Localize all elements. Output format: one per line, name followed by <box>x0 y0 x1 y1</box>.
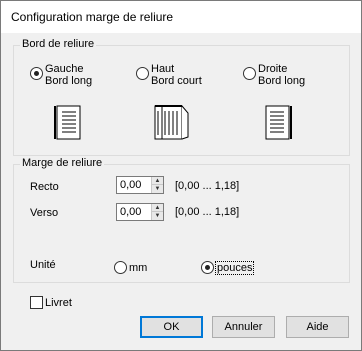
binding-margin-group: Marge de reliure Recto 0,00 ▲ ▼ [0,00 ..… <box>13 157 350 283</box>
verso-spinner[interactable]: 0,00 ▲ ▼ <box>116 203 164 221</box>
radio-top-edge[interactable] <box>136 67 149 80</box>
radio-right-edge[interactable] <box>243 67 256 80</box>
recto-increment-icon[interactable]: ▲ <box>152 177 163 185</box>
right-edge-line1: Droite <box>258 63 288 75</box>
binding-edge-group: Bord de reliure Gauche Bord long Haut Bo… <box>13 38 350 156</box>
top-edge-line2: Bord court <box>151 75 202 87</box>
unit-inches-label[interactable]: pouces <box>215 261 255 275</box>
dialog-title: Configuration marge de reliure <box>11 10 174 24</box>
booklet-label[interactable]: Livret <box>45 297 72 309</box>
radio-left-edge-label[interactable]: Gauche Bord long <box>45 63 92 87</box>
verso-increment-icon[interactable]: ▲ <box>152 204 163 212</box>
radio-unit-mm[interactable] <box>114 261 127 274</box>
recto-value[interactable]: 0,00 <box>120 179 141 191</box>
recto-decrement-icon[interactable]: ▼ <box>152 185 163 193</box>
top-edge-line1: Haut <box>151 63 175 75</box>
radio-left-edge[interactable] <box>30 67 43 80</box>
verso-decrement-icon[interactable]: ▼ <box>152 212 163 220</box>
radio-top-edge-label[interactable]: Haut Bord court <box>151 63 202 87</box>
top-bound-booklet-icon <box>154 105 189 140</box>
recto-spin-buttons: ▲ ▼ <box>151 177 163 193</box>
binding-margin-dialog: Configuration marge de reliure Bord de r… <box>0 0 362 351</box>
booklet-checkbox[interactable] <box>30 296 43 309</box>
right-edge-line2: Bord long <box>258 75 306 87</box>
radio-right-edge-label[interactable]: Droite Bord long <box>258 63 305 87</box>
verso-value[interactable]: 0,00 <box>120 206 141 218</box>
left-edge-line1: Gauche <box>45 63 84 75</box>
cancel-button[interactable]: Annuler <box>212 316 275 338</box>
recto-label: Recto <box>30 181 59 193</box>
recto-range: [0,00 ... 1,18] <box>175 180 240 192</box>
unit-label: Unité <box>30 259 56 271</box>
verso-spin-buttons: ▲ ▼ <box>151 204 163 220</box>
title-bar: Configuration marge de reliure <box>1 1 361 33</box>
left-bound-booklet-icon <box>54 105 81 140</box>
binding-margin-legend: Marge de reliure <box>20 157 105 169</box>
verso-range: [0,00 ... 1,18] <box>175 206 240 218</box>
unit-mm-label[interactable]: mm <box>129 262 147 274</box>
right-bound-booklet-icon <box>265 105 292 140</box>
radio-unit-inches[interactable] <box>201 261 214 274</box>
binding-edge-legend: Bord de reliure <box>20 38 97 50</box>
recto-spinner[interactable]: 0,00 ▲ ▼ <box>116 176 164 194</box>
left-edge-line2: Bord long <box>45 75 93 87</box>
ok-button[interactable]: OK <box>140 316 203 338</box>
verso-label: Verso <box>30 207 59 219</box>
help-button[interactable]: Aide <box>286 316 349 338</box>
